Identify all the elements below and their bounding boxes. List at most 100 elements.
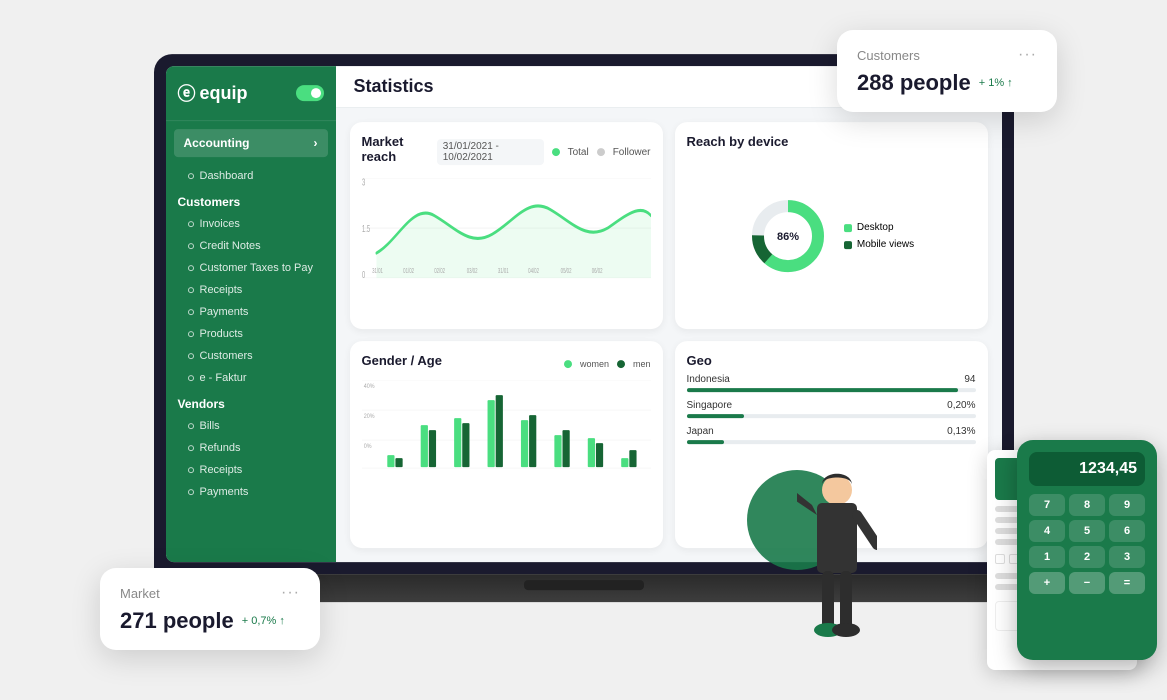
- person-illustration: [797, 465, 877, 670]
- customers-card-menu[interactable]: ···: [1018, 46, 1037, 64]
- calc-btn-equals: =: [1109, 572, 1145, 594]
- calc-btn-2: 2: [1069, 546, 1105, 568]
- sidebar-dot: [188, 353, 194, 359]
- svg-text:01/02: 01/02: [403, 267, 414, 276]
- sidebar-item-label: Customer Taxes to Pay: [200, 262, 314, 274]
- geo-item-japan: Japan 0,13%: [687, 426, 976, 444]
- sidebar-item-label: Credit Notes: [200, 240, 261, 252]
- geo-country: Japan: [687, 426, 714, 437]
- sidebar-toggle[interactable]: [296, 85, 324, 101]
- geo-title: Geo: [687, 353, 976, 368]
- sidebar-item-refunds[interactable]: Refunds: [166, 437, 336, 459]
- scene: ⓔ equip Accounting › Dashboard: [0, 0, 1167, 700]
- women-dot: [564, 360, 572, 368]
- svg-text:3: 3: [362, 178, 366, 188]
- mobile-legend-label: Mobile views: [857, 239, 914, 250]
- sidebar-item-customer-taxes[interactable]: Customer Taxes to Pay: [166, 257, 336, 279]
- total-legend-dot: [552, 148, 560, 156]
- sidebar-item-label: Products: [200, 328, 243, 340]
- market-card-value: 271 people: [120, 608, 234, 634]
- gender-legend: women men: [564, 359, 651, 369]
- bar-chart-svg: 40% 20% 0%: [362, 380, 651, 470]
- laptop: ⓔ equip Accounting › Dashboard: [154, 54, 1014, 602]
- chart-legend: Total Follower: [552, 147, 651, 158]
- market-card-change: + 0,7% ↑: [242, 615, 285, 627]
- customers-change-text: + 1%: [979, 77, 1004, 89]
- sidebar-item-receipts-c[interactable]: Receipts: [166, 279, 336, 301]
- follower-legend-label: Follower: [613, 147, 651, 158]
- logo-icon: ⓔ: [178, 80, 196, 106]
- geo-bar-fill: [687, 388, 959, 392]
- men-dot: [617, 360, 625, 368]
- sidebar: ⓔ equip Accounting › Dashboard: [166, 66, 336, 562]
- sidebar-item-products[interactable]: Products: [166, 323, 336, 345]
- group-label-text: Customers: [178, 195, 241, 209]
- geo-label-row: Indonesia 94: [687, 374, 976, 385]
- sidebar-item-receipts-v[interactable]: Receipts: [166, 459, 336, 481]
- sidebar-item-efaktur[interactable]: e - Faktur: [166, 367, 336, 389]
- app-logo: ⓔ equip: [178, 80, 248, 106]
- calc-btn-6: 6: [1109, 520, 1145, 542]
- customers-change-arrow: ↑: [1007, 77, 1013, 89]
- app-name: equip: [200, 83, 248, 104]
- calc-btn-8: 8: [1069, 494, 1105, 516]
- donut-container: 86% Desktop Mobile views: [687, 155, 976, 317]
- date-range[interactable]: 31/01/2021 - 10/02/2021: [437, 139, 544, 165]
- geo-label-row: Japan 0,13%: [687, 426, 976, 437]
- market-floating-card: Market ··· 271 people + 0,7% ↑: [100, 568, 320, 650]
- donut-chart: 86%: [748, 196, 828, 276]
- calc-btn-1: 1: [1029, 546, 1065, 568]
- person-svg: [797, 465, 877, 665]
- sidebar-group-customers: Customers: [166, 187, 336, 213]
- sidebar-item-label: Receipts: [200, 464, 243, 476]
- sidebar-item-customers[interactable]: Customers: [166, 345, 336, 367]
- geo-country: Singapore: [687, 400, 733, 411]
- sidebar-dot: [188, 331, 194, 337]
- sidebar-accounting-item[interactable]: Accounting ›: [174, 129, 328, 157]
- svg-text:05/02: 05/02: [560, 267, 571, 276]
- market-card-value-row: 271 people + 0,7% ↑: [120, 608, 300, 634]
- tax-checkbox: [995, 554, 1005, 564]
- sidebar-item-label: Receipts: [200, 284, 243, 296]
- follower-legend-dot: [597, 148, 605, 156]
- sidebar-item-label: Payments: [200, 306, 249, 318]
- sidebar-item-bills[interactable]: Bills: [166, 415, 336, 437]
- sidebar-item-payments-v[interactable]: Payments: [166, 481, 336, 503]
- sidebar-item-credit-notes[interactable]: Credit Notes: [166, 235, 336, 257]
- men-label: men: [633, 359, 651, 369]
- geo-country: Indonesia: [687, 374, 730, 385]
- sidebar-accounting-label: Accounting: [184, 136, 250, 150]
- sidebar-dot: [188, 467, 194, 473]
- customers-card-change: + 1% ↑: [979, 77, 1013, 89]
- sidebar-item-label: Customers: [200, 350, 253, 362]
- svg-text:02/02: 02/02: [434, 267, 445, 276]
- sidebar-item-invoices[interactable]: Invoices: [166, 213, 336, 235]
- calc-display: 1234,45: [1029, 452, 1145, 486]
- reach-by-device-title: Reach by device: [687, 134, 976, 149]
- geo-bar-bg: [687, 440, 976, 444]
- reach-by-device-card: Reach by device 86%: [675, 122, 988, 329]
- gender-age-title: Gender / Age: [362, 353, 442, 368]
- page-title: Statistics: [354, 76, 434, 97]
- sidebar-item-dashboard[interactable]: Dashboard: [166, 165, 336, 187]
- sidebar-item-payments-c[interactable]: Payments: [166, 301, 336, 323]
- mobile-legend-color: [844, 241, 852, 249]
- group-label-text: Vendors: [178, 397, 225, 411]
- line-chart-svg: 3 1.5 0 31/01 01/02: [362, 178, 651, 278]
- svg-text:03/02: 03/02: [466, 267, 477, 276]
- gender-chart-header: Gender / Age women men: [362, 353, 651, 374]
- customers-card-header: Customers ···: [857, 46, 1037, 64]
- sidebar-dot: [188, 221, 194, 227]
- sidebar-item-label: Bills: [200, 420, 220, 432]
- market-reach-title: Market reach: [362, 134, 437, 164]
- sidebar-dot: [188, 375, 194, 381]
- sidebar-item-label: Dashboard: [200, 170, 254, 182]
- market-reach-card: Market reach 31/01/2021 - 10/02/2021 Tot…: [350, 122, 663, 329]
- calc-btn-plus: +: [1029, 572, 1065, 594]
- market-card-menu[interactable]: ···: [281, 584, 300, 602]
- chevron-right-icon: ›: [314, 136, 318, 150]
- geo-value: 0,13%: [947, 426, 975, 437]
- sidebar-item-label: e - Faktur: [200, 372, 247, 384]
- geo-item-singapore: Singapore 0,20%: [687, 400, 976, 418]
- calc-btn-5: 5: [1069, 520, 1105, 542]
